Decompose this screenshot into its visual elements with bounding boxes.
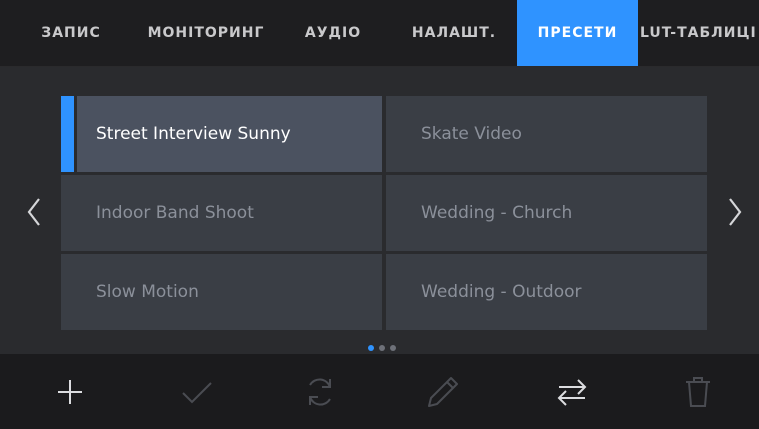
preset-skate-video[interactable]: Skate Video	[386, 96, 707, 172]
toolbar	[0, 354, 759, 429]
tab-settings[interactable]: НАЛАШТ.	[400, 0, 508, 66]
tab-luts[interactable]: LUT-ТАБЛИЦІ	[638, 0, 759, 66]
preset-wedding-church[interactable]: Wedding - Church	[386, 175, 707, 251]
preset-indoor-band-shoot[interactable]: Indoor Band Shoot	[61, 175, 382, 251]
chevron-right-icon[interactable]	[723, 190, 747, 234]
page-dot[interactable]	[379, 345, 385, 351]
preset-label: Indoor Band Shoot	[96, 203, 254, 223]
refresh-icon[interactable]	[300, 372, 340, 412]
preset-label: Wedding - Outdoor	[421, 282, 582, 302]
preset-street-interview-sunny[interactable]: Street Interview Sunny	[61, 96, 382, 172]
tab-bar: ЗАПИС МОНІТОРИНГ АУДІО НАЛАШТ. ПРЕСЕТИ L…	[0, 0, 759, 67]
preset-label: Skate Video	[421, 124, 522, 144]
tab-monitoring[interactable]: МОНІТОРИНГ	[132, 0, 280, 66]
preset-label: Street Interview Sunny	[96, 124, 291, 144]
chevron-left-icon[interactable]	[22, 190, 46, 234]
preset-slow-motion[interactable]: Slow Motion	[61, 254, 382, 330]
plus-icon[interactable]	[50, 372, 90, 412]
tab-presets[interactable]: ПРЕСЕТИ	[517, 0, 638, 66]
page-indicator	[368, 345, 396, 353]
presets-panel: Street Interview Sunny Skate Video Indoo…	[0, 67, 759, 354]
selection-indicator	[61, 96, 74, 172]
preset-label: Slow Motion	[96, 282, 199, 302]
tab-record[interactable]: ЗАПИС	[29, 0, 113, 66]
page-dot[interactable]	[368, 345, 374, 351]
preset-wedding-outdoor[interactable]: Wedding - Outdoor	[386, 254, 707, 330]
import-export-icon[interactable]	[552, 372, 592, 412]
trash-icon[interactable]	[678, 372, 718, 412]
page-dot[interactable]	[390, 345, 396, 351]
pencil-icon[interactable]	[423, 372, 463, 412]
preset-label: Wedding - Church	[421, 203, 573, 223]
checkmark-icon[interactable]	[177, 372, 217, 412]
tab-audio[interactable]: АУДІО	[292, 0, 374, 66]
